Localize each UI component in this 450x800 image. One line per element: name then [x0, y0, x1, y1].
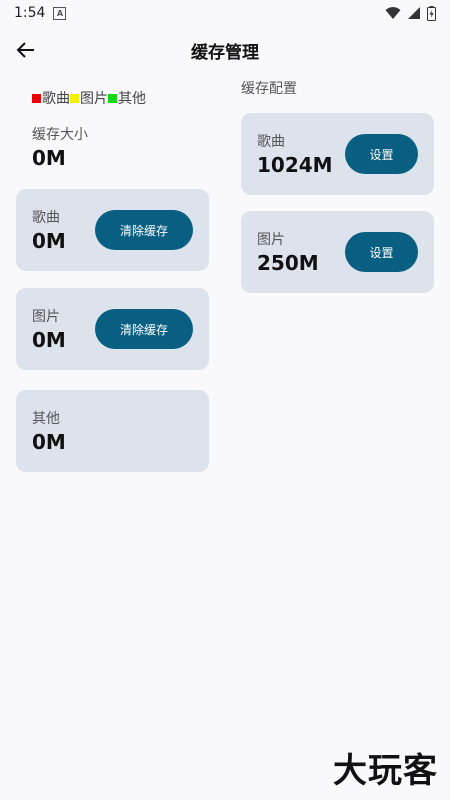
set-songs-limit-button[interactable]: 设置 [345, 134, 418, 174]
battery-icon [427, 5, 436, 21]
watermark-logo: 大玩客 [333, 751, 438, 791]
signal-icon [408, 7, 420, 19]
cache-config-title: 缓存配置 [241, 81, 297, 97]
cache-card-label: 图片 [32, 309, 60, 325]
legend-label-songs: 歌曲 [42, 91, 70, 107]
cache-card-images: 图片 0M 清除缓存 [16, 288, 209, 370]
cache-card-other: 其他 0M [16, 390, 209, 472]
cache-card-value: 0M [32, 229, 66, 253]
cache-card-label: 歌曲 [32, 210, 60, 226]
set-images-limit-button[interactable]: 设置 [345, 232, 418, 272]
config-card-label: 歌曲 [257, 134, 285, 150]
cache-card-value: 0M [32, 430, 66, 454]
page-title: 缓存管理 [191, 43, 259, 63]
status-right [385, 5, 436, 21]
clear-songs-cache-button[interactable]: 清除缓存 [95, 210, 193, 250]
cache-card-label: 其他 [32, 411, 60, 427]
wifi-icon [385, 7, 401, 19]
legend-swatch-other [108, 93, 117, 103]
cache-card-songs: 歌曲 0M 清除缓存 [16, 189, 209, 271]
legend-swatch-images [70, 93, 79, 103]
cache-legend: 歌曲 图片 其他 [32, 88, 146, 108]
status-left: 1:54 A [14, 5, 67, 21]
legend-swatch-songs [32, 93, 41, 103]
config-card-images: 图片 250M 设置 [241, 211, 434, 293]
config-card-value: 250M [257, 251, 319, 275]
config-card-value: 1024M [257, 153, 333, 177]
legend-label-images: 图片 [80, 91, 108, 107]
config-card-label: 图片 [257, 232, 285, 248]
app-bar: 缓存管理 [0, 26, 450, 74]
legend-label-other: 其他 [118, 91, 146, 107]
clear-images-cache-button[interactable]: 清除缓存 [95, 309, 193, 349]
cache-card-value: 0M [32, 328, 66, 352]
config-card-songs: 歌曲 1024M 设置 [241, 113, 434, 195]
cache-size-value: 0M [32, 146, 66, 170]
cache-size-label: 缓存大小 [32, 127, 88, 143]
status-time: 1:54 [14, 5, 46, 21]
status-bar: 1:54 A [0, 0, 450, 26]
notification-icon: A [53, 6, 67, 20]
